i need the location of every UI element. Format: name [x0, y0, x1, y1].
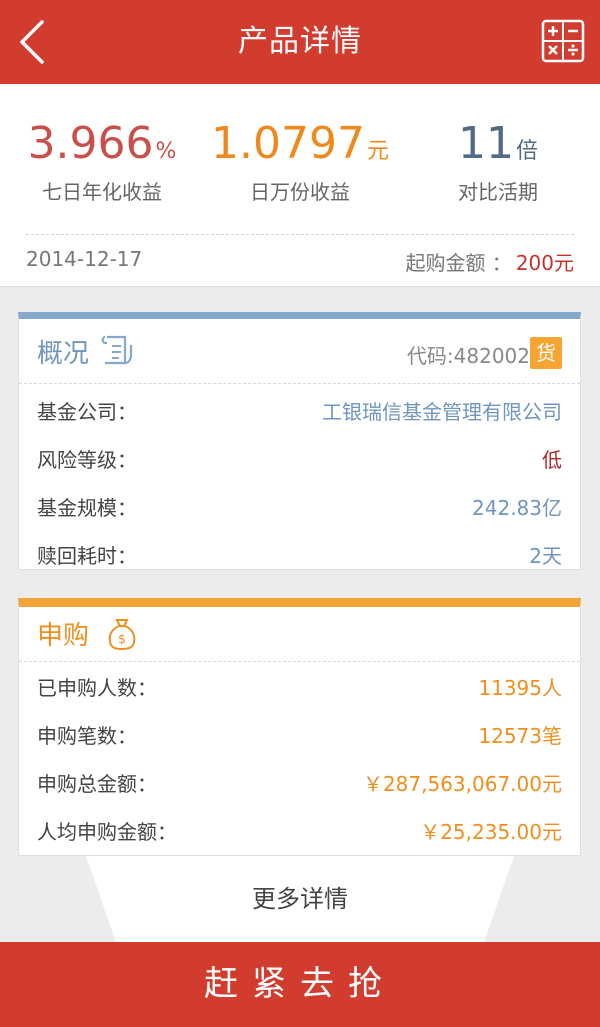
- overview-row: 基金规模： 242.83亿: [19, 482, 580, 530]
- overview-row: 风险等级： 低: [19, 434, 580, 482]
- row-label: 人均申购金额：: [37, 820, 177, 844]
- min-buy-label: 起购金额 ：: [405, 251, 512, 275]
- yield-summary: 3.966% 七日年化收益 1.0797元 日万份收益 11倍 对比活期 201…: [0, 84, 600, 287]
- overview-row: 赎回耗时： 2天: [19, 530, 580, 578]
- money-bag-icon: $: [107, 617, 137, 655]
- purchase-rows: 已申购人数： 11395人 申购笔数： 12573笔 申购总金额： ￥287,5…: [19, 662, 580, 854]
- purchase-header: 申购 $: [19, 607, 580, 662]
- overview-rows: 基金公司： 工银瑞信基金管理有限公司 风险等级： 低 基金规模： 242.83亿…: [19, 384, 580, 578]
- overview-row: 基金公司： 工银瑞信基金管理有限公司: [19, 386, 580, 434]
- row-label: 赎回耗时：: [37, 544, 137, 568]
- purchase-card: 申购 $ 已申购人数： 11395人 申购笔数： 12573笔 申购总金额： ￥…: [18, 598, 581, 856]
- purchase-row: 申购笔数： 12573笔: [19, 710, 580, 758]
- document-icon: [101, 333, 135, 373]
- vs-current-label: 对比活期: [458, 180, 538, 204]
- vs-current-unit: 倍: [515, 139, 538, 164]
- row-value: ￥25,235.00元: [420, 820, 562, 844]
- purchase-row: 人均申购金额： ￥25,235.00元: [19, 806, 580, 854]
- purchase-title: 申购: [37, 621, 90, 651]
- row-value: 12573笔: [478, 724, 562, 748]
- page-title: 产品详情: [238, 24, 362, 59]
- row-value: 工银瑞信基金管理有限公司: [322, 400, 562, 424]
- stat-vs-current: 11倍 对比活期: [404, 114, 592, 205]
- more-details-button[interactable]: 更多详情: [86, 856, 514, 942]
- buy-now-button[interactable]: 赶紧去抢: [0, 942, 600, 1027]
- row-label: 申购总金额：: [37, 772, 157, 796]
- calculator-icon: [541, 19, 585, 63]
- row-value: 11395人: [478, 676, 562, 700]
- top-bar: 产品详情: [0, 0, 600, 84]
- fund-code: 代码:482002: [406, 344, 530, 368]
- purchase-row: 申购总金额： ￥287,563,067.00元: [19, 758, 580, 806]
- row-value: 低: [542, 448, 562, 472]
- per-10k-unit: 元: [366, 139, 389, 164]
- stat-7day-yield: 3.966% 七日年化收益: [8, 114, 196, 205]
- stat-per-10k: 1.0797元 日万份收益: [196, 114, 404, 205]
- min-buy-value: 200元: [515, 251, 574, 275]
- row-value: 242.83亿: [472, 496, 562, 520]
- yield-7d-value: 3.966: [27, 118, 154, 169]
- summary-date: 2014-12-17: [26, 247, 143, 271]
- row-label: 基金公司：: [37, 400, 137, 424]
- min-buy: 起购金额 ： 200元: [405, 247, 574, 276]
- per-10k-label: 日万份收益: [250, 180, 350, 204]
- yield-7d-unit: %: [155, 139, 177, 164]
- row-label: 风险等级：: [37, 448, 137, 472]
- overview-title: 概况: [37, 339, 90, 369]
- divider: [26, 234, 574, 235]
- svg-text:$: $: [118, 632, 126, 646]
- row-label: 申购笔数：: [37, 724, 137, 748]
- row-value: ￥287,563,067.00元: [362, 772, 562, 796]
- vs-current-value: 11: [457, 118, 514, 169]
- row-label: 基金规模：: [37, 496, 137, 520]
- yield-7d-label: 七日年化收益: [42, 180, 162, 204]
- purchase-row: 已申购人数： 11395人: [19, 662, 580, 710]
- row-value: 2天: [529, 544, 562, 568]
- row-label: 已申购人数：: [37, 676, 157, 700]
- fund-type-badge: 货: [530, 337, 562, 369]
- overview-card: 概况 代码:482002 货 基金公司： 工银瑞信基金管理有限公司 风险等级： …: [18, 312, 581, 570]
- overview-header: 概况 代码:482002 货: [19, 319, 580, 384]
- calculator-button[interactable]: [541, 19, 585, 63]
- per-10k-value: 1.0797: [211, 118, 365, 169]
